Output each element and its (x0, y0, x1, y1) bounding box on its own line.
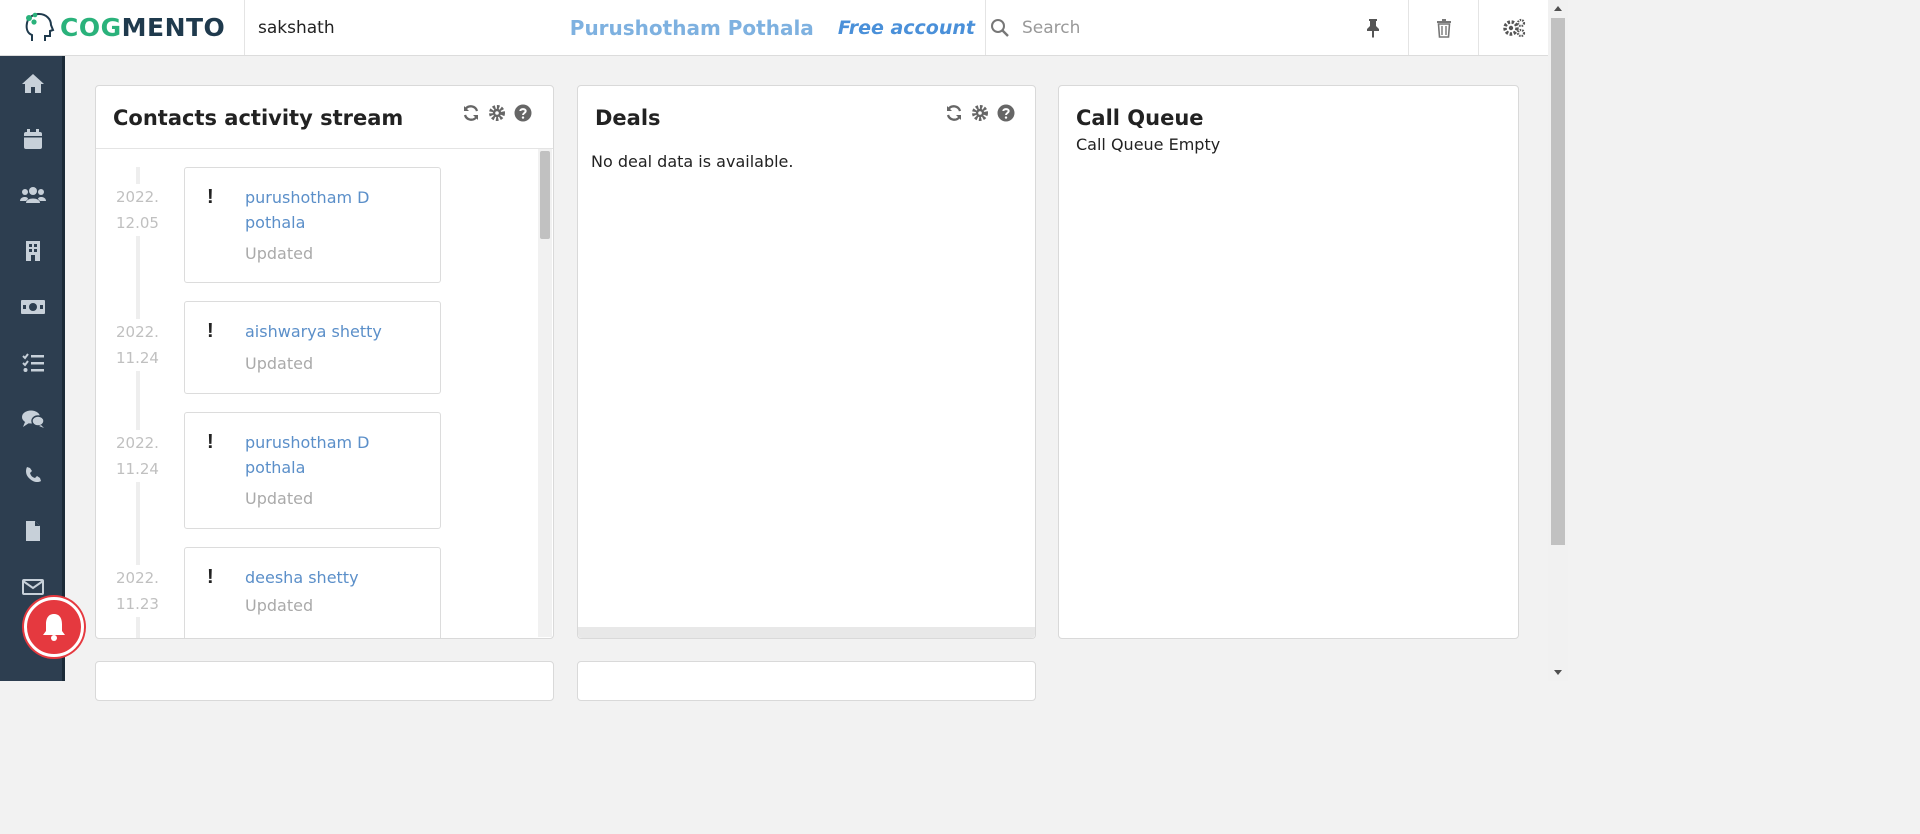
activity-entry: ! deesha shetty Updated (184, 547, 441, 638)
activity-stream: 2022. 12.05 ! purushotham D pothala Upda… (96, 149, 552, 638)
gear-icon[interactable] (971, 104, 989, 122)
search-box (985, 0, 1338, 55)
sidebar-item-calls[interactable] (0, 455, 65, 495)
activity-entry: ! aishwarya shetty Updated (184, 301, 441, 394)
entry-contact-link[interactable]: aishwarya shetty (245, 319, 425, 344)
entry-date-day: 11.24 (116, 349, 159, 367)
stream-scrollbar-thumb[interactable] (540, 151, 550, 239)
entry-date-day: 12.05 (116, 214, 159, 232)
contacts-activity-card: Contacts activity stream 2022. 12.05 ! p… (95, 85, 554, 639)
sidebar-item-home[interactable] (0, 63, 65, 103)
pin-button[interactable] (1338, 0, 1408, 55)
workspace-name: sakshath (258, 17, 335, 38)
contacts-icon (19, 187, 46, 203)
entry-date-year: 2022. (116, 434, 159, 452)
page-scrollbar[interactable] (1548, 0, 1568, 681)
cases-icon (21, 410, 45, 428)
companies-icon (25, 241, 40, 261)
refresh-icon[interactable] (462, 104, 480, 122)
top-bar: COGMENTO sakshath Purushotham Pothala Fr… (0, 0, 1548, 56)
search-icon[interactable] (990, 18, 1010, 38)
entry-status: Updated (245, 596, 314, 615)
account-type[interactable]: Free account (838, 0, 975, 55)
sidebar (0, 56, 65, 681)
entry-date: 2022. 11.24 (116, 319, 159, 371)
entry-contact-link[interactable]: purushotham D pothala (245, 185, 425, 235)
entry-status: Updated (245, 489, 314, 508)
scroll-up-arrow-icon[interactable] (1548, 2, 1568, 16)
alert-icon: ! (207, 566, 214, 588)
user-name[interactable]: Purushotham Pothala (570, 0, 814, 55)
stream-scrollbar[interactable] (538, 149, 552, 637)
notification-bell-button[interactable] (24, 597, 84, 657)
entry-date-year: 2022. (116, 569, 159, 587)
deals-footer-bar (578, 627, 1035, 638)
entry-contact-link[interactable]: deesha shetty (245, 565, 425, 590)
deals-empty-message: No deal data is available. (591, 152, 794, 171)
app-logo[interactable]: COGMENTO (0, 0, 245, 55)
help-icon[interactable] (997, 104, 1015, 122)
tasks-icon (21, 353, 44, 372)
trash-button[interactable] (1408, 0, 1478, 55)
logo-text-mento: MENTO (121, 13, 226, 42)
activity-entry: ! purushotham D pothala Updated (184, 167, 441, 283)
alert-icon: ! (207, 431, 214, 453)
entry-date-day: 11.23 (116, 595, 159, 613)
email-icon (21, 579, 44, 595)
alert-icon: ! (207, 320, 214, 342)
entry-date: 2022. 11.24 (116, 430, 159, 482)
calendar-icon (23, 129, 42, 149)
call-queue-card: Call Queue Call Queue Empty (1058, 85, 1519, 639)
deals-title: Deals (595, 106, 661, 130)
scroll-down-arrow-icon[interactable] (1548, 665, 1568, 679)
deals-icon (20, 300, 45, 314)
alert-icon: ! (207, 186, 214, 208)
logo-text-cog: COG (60, 13, 122, 42)
settings-icon (1502, 18, 1525, 37)
entry-contact-link[interactable]: purushotham D pothala (245, 430, 425, 480)
call-queue-empty-message: Call Queue Empty (1076, 135, 1221, 154)
documents-icon (25, 521, 40, 541)
entry-date-year: 2022. (116, 323, 159, 341)
sidebar-item-calendar[interactable] (0, 119, 65, 159)
home-icon (21, 74, 44, 93)
search-input[interactable] (1022, 17, 1282, 38)
pin-icon (1367, 18, 1379, 38)
dashboard-card-partial (95, 661, 554, 701)
trash-icon (1436, 18, 1451, 38)
sidebar-item-deals[interactable] (0, 287, 65, 327)
entry-date-day: 11.24 (116, 460, 159, 478)
entry-date: 2022. 12.05 (116, 184, 159, 236)
settings-button[interactable] (1478, 0, 1548, 55)
entry-date: 2022. 11.23 (116, 565, 159, 617)
sidebar-item-documents[interactable] (0, 511, 65, 551)
activity-entry: ! purushotham D pothala Updated (184, 412, 441, 529)
gear-icon[interactable] (488, 104, 506, 122)
sidebar-item-contacts[interactable] (0, 175, 65, 215)
card-tools (945, 104, 1015, 122)
sidebar-item-companies[interactable] (0, 231, 65, 271)
bell-icon (43, 614, 65, 641)
sidebar-item-tasks[interactable] (0, 343, 65, 383)
help-icon[interactable] (514, 104, 532, 122)
page-scrollbar-thumb[interactable] (1551, 18, 1565, 545)
entry-status: Updated (245, 354, 314, 373)
entry-date-year: 2022. (116, 188, 159, 206)
entry-status: Updated (245, 244, 314, 263)
refresh-icon[interactable] (945, 104, 963, 122)
dashboard-card-partial (577, 661, 1036, 701)
contacts-activity-title: Contacts activity stream (113, 106, 404, 130)
sidebar-item-cases[interactable] (0, 399, 65, 439)
deals-card: Deals No deal data is available. (577, 85, 1036, 639)
card-tools (462, 104, 532, 122)
call-queue-title: Call Queue (1076, 106, 1204, 130)
calls-icon (25, 467, 41, 483)
head-gears-icon (25, 12, 55, 41)
